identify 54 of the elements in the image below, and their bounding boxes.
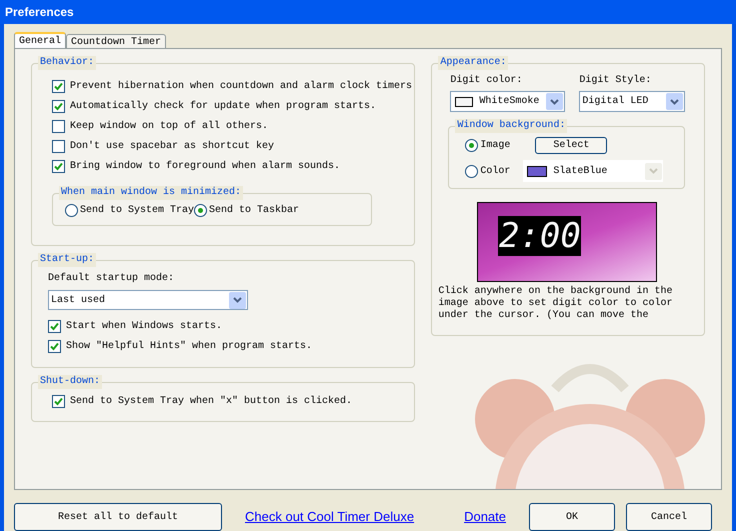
checkbox-label: Keep window on top of all others. — [70, 120, 268, 134]
preview-time: 2:00 — [498, 216, 582, 256]
checkbox[interactable] — [52, 120, 65, 132]
checkbox[interactable] — [48, 320, 61, 332]
check-icon — [54, 396, 63, 406]
group-title: When main window is minimized: — [59, 186, 244, 200]
radio-button[interactable] — [194, 204, 208, 217]
checkbox-label: Bring window to foreground when alarm sounds. — [70, 160, 340, 174]
select-button[interactable]: Select — [535, 136, 608, 154]
checkbox[interactable] — [52, 160, 65, 172]
startup-mode-dropdown[interactable]: Last used — [48, 290, 248, 310]
checkbox[interactable] — [48, 340, 61, 352]
link[interactable]: Donate — [464, 507, 506, 527]
check-icon — [50, 342, 59, 350]
digit-color-dropdown[interactable]: WhiteSmoke — [450, 91, 566, 112]
check-icon — [54, 162, 63, 170]
radio-label: Image — [480, 138, 510, 152]
group-title: Window background: — [455, 119, 568, 133]
checkbox[interactable] — [52, 100, 65, 112]
background-color-dropdown[interactable]: SlateBlue — [523, 160, 664, 182]
ok-button[interactable]: OK — [529, 503, 615, 531]
checkbox-label: Start when Windows starts. — [66, 320, 222, 334]
checkbox-label: Prevent hibernation when countdown and alarm clock timers — [70, 80, 412, 94]
checkbox-label: Show "Helpful Hints" when program starts. — [66, 340, 312, 354]
field-label: Digit color: — [450, 74, 524, 88]
checkbox-label: Don't use spacebar as shortcut key — [70, 140, 274, 154]
group-title: Shut-down: — [38, 375, 102, 389]
checkbox-label: Send to System Tray when "x" button is clicked. — [70, 394, 352, 408]
radio-label: Send to Taskbar — [209, 204, 300, 218]
link[interactable]: Check out Cool Timer Deluxe — [245, 507, 414, 527]
radio-button[interactable] — [465, 164, 478, 178]
radio-button[interactable] — [65, 204, 78, 217]
checkbox-label: Automatically check for update when program starts. — [70, 100, 376, 114]
group-title: Appearance: — [438, 56, 508, 70]
digit-style-dropdown[interactable]: Digital LED — [579, 91, 686, 112]
group-title: Start-up: — [38, 253, 96, 267]
field-label: Digit Style: — [579, 74, 652, 88]
tab[interactable]: Countdown Timer — [66, 34, 166, 48]
checkbox[interactable] — [52, 80, 65, 92]
field-label: Default startup mode: — [48, 272, 176, 286]
cancel-button[interactable]: Cancel — [626, 503, 712, 531]
radio-label: Send to System Tray — [80, 204, 194, 218]
window-title: Preferences — [5, 4, 74, 21]
radio-label: Color — [480, 164, 510, 178]
group-title: Behavior: — [38, 56, 96, 70]
checkbox[interactable] — [52, 394, 65, 408]
hint-text: Click anywhere on the background in the image above to set digit color to color under the cursor. (You can move the — [438, 286, 674, 322]
check-icon — [54, 102, 63, 110]
radio-button[interactable] — [465, 138, 478, 152]
checkbox[interactable] — [52, 140, 65, 152]
check-icon — [54, 82, 63, 90]
check-icon — [50, 322, 59, 330]
reset-button[interactable]: Reset all to default — [14, 503, 222, 531]
tab[interactable]: General — [14, 32, 66, 48]
